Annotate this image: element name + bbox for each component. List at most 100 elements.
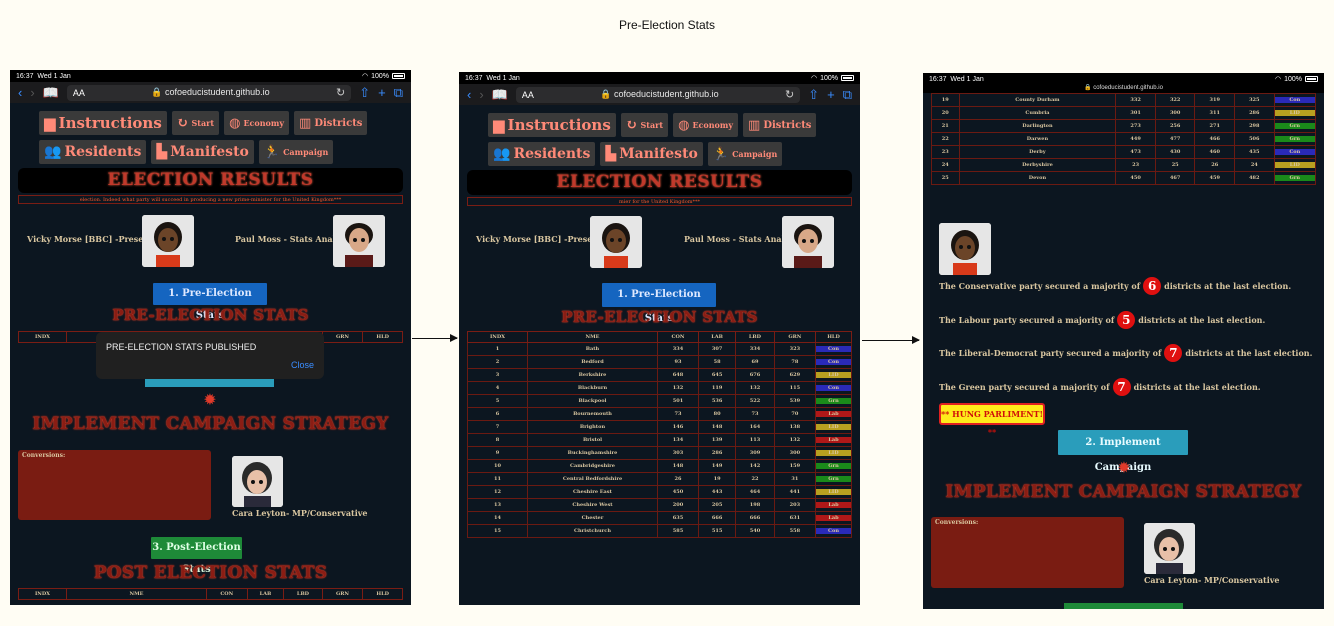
url-bar[interactable]: AA 🔒 cofoeducistudent.github.io ↻ [515, 86, 801, 103]
table-cell: 319 [1194, 93, 1236, 107]
arrow-2 [862, 336, 920, 344]
table-cell: Bournemouth [527, 407, 658, 421]
nav-districts-label: Districts [314, 117, 363, 129]
conversions-box: Conversions: [931, 517, 1124, 588]
table-cell: 441 [773, 485, 817, 499]
table-cell: 273 [1115, 119, 1156, 133]
table-cell: 9 [467, 446, 528, 460]
post-col-lbd: LBD [283, 588, 323, 600]
table-row: 9 Buckinghamshire 303 286 309 300 LID [467, 446, 852, 460]
share-icon[interactable]: ⇧ [359, 85, 370, 101]
table-cell: 21 [931, 119, 960, 133]
table-cell: 132 [735, 381, 775, 395]
text-size-button[interactable]: AA [73, 88, 85, 98]
post-election-table-header: INDX NME CON LAB LBD GRN HLD [18, 588, 403, 600]
toast-close-button[interactable]: Close [291, 360, 314, 370]
majority-count-badge: 7 [1112, 378, 1131, 396]
nav-residents[interactable]: 👥 Residents [39, 140, 147, 164]
implement-campaign-button[interactable]: 2. Implement Campaign [1058, 430, 1188, 473]
nav-instructions[interactable]: ▆ Instructions [488, 113, 616, 137]
nav-campaign-label: Campaign [283, 147, 329, 157]
conversions-label: Conversions: [22, 452, 66, 459]
bookmarks-icon[interactable]: 📖 [43, 85, 59, 101]
table-cell: 256 [1154, 119, 1196, 133]
back-icon[interactable]: ‹ [467, 87, 471, 102]
pre-election-stats-button[interactable]: 1. Pre-Election Stats [153, 283, 267, 321]
table-cell: 322 [1154, 93, 1196, 107]
table-cell: 24 [1234, 158, 1275, 172]
post-election-stats-button[interactable]: 3. Post-Election Stats [151, 537, 242, 575]
news-ticker: election. Indeed what party will succeed… [18, 195, 403, 204]
conversions-box: Conversions: [18, 450, 211, 520]
pre-election-stats-button[interactable]: 1. Pre-Election Stats [602, 283, 716, 324]
nav-districts[interactable]: ▥ Districts [743, 113, 817, 137]
majority-suffix: districts at the last election. [1164, 281, 1292, 291]
run-icon: 🏃 [712, 146, 730, 162]
share-icon[interactable]: ⇧ [808, 87, 819, 103]
post-col-grn: GRN [321, 588, 364, 600]
col-indx: INDX [467, 331, 528, 343]
nav-instructions[interactable]: ▆ Instructions [39, 111, 167, 135]
table-row: 12 Cheshire East 450 443 464 441 LID [467, 485, 852, 499]
tabs-icon[interactable]: ⧉ [394, 85, 403, 101]
table-cell: 676 [735, 368, 775, 382]
table-cell: 132 [773, 433, 817, 447]
new-tab-icon[interactable]: + [827, 87, 835, 102]
table-cell: 80 [697, 407, 737, 421]
lock-icon: 🔒 [151, 87, 163, 97]
battery-icon [392, 73, 405, 79]
nav-start[interactable]: ↻ Start [171, 111, 220, 135]
majority-line-grn: The Green party secured a majority of 7 di… [939, 378, 1261, 396]
nav-economy[interactable]: ◍ Economy [673, 113, 739, 137]
table-cell: 430 [1154, 145, 1196, 159]
nav-manifesto[interactable]: ▙ Manifesto [151, 140, 254, 164]
election-results-banner: ELECTION RESULTS [467, 170, 852, 195]
compact-url-bar[interactable]: 🔒 cofoeducistudent.github.io [923, 85, 1324, 93]
table-row: 21 Darlington 273 256 271 298 Grn [931, 119, 1317, 133]
table-cell: 19 [931, 93, 960, 107]
new-tab-icon[interactable]: + [378, 85, 386, 100]
col-grn: GRN [773, 331, 817, 343]
table-cell: 6 [467, 407, 528, 421]
url-bar[interactable]: AA 🔒 cofoeducistudent.github.io ↻ [66, 84, 352, 101]
battery-text: 100% [1284, 75, 1302, 83]
nav-manifesto[interactable]: ▙ Manifesto [600, 142, 703, 166]
table-cell: 473 [1115, 145, 1156, 159]
table-cell: Buckinghamshire [527, 446, 658, 460]
forward-icon[interactable]: › [479, 87, 483, 102]
post-election-stats-button-partial[interactable] [1064, 603, 1183, 609]
nav-economy[interactable]: ◍ Economy [224, 111, 290, 135]
status-bar: 16:37 Wed 1 Jan ◠ 100% [923, 73, 1324, 85]
table-cell: 146 [657, 420, 699, 434]
table-cell: 22 [735, 472, 775, 486]
text-size-button[interactable]: AA [522, 90, 534, 100]
table-cell: Cambridgeshire [527, 459, 658, 473]
post-col-con: CON [206, 588, 248, 600]
held-by-cell: Grn [815, 472, 852, 486]
table-cell: 540 [735, 524, 775, 538]
table-cell: 450 [1115, 171, 1156, 185]
reload-icon[interactable]: ↻ [336, 86, 345, 99]
held-by-cell: LID [815, 485, 852, 499]
bookmarks-icon[interactable]: 📖 [492, 87, 508, 103]
conversions-label: Conversions: [935, 519, 979, 526]
back-icon[interactable]: ‹ [18, 85, 22, 100]
implement-button-partial[interactable] [145, 379, 274, 387]
nav-districts[interactable]: ▥ Districts [294, 111, 368, 135]
presenter-avatar [142, 215, 194, 267]
table-cell: 200 [657, 498, 699, 512]
table-cell: 7 [467, 420, 528, 434]
table-cell: 12 [467, 485, 528, 499]
analyst-label: Paul Moss - Stats Analyst [235, 234, 349, 244]
forward-icon[interactable]: › [30, 85, 34, 100]
reload-icon[interactable]: ↻ [785, 88, 794, 101]
table-row: 8 Bristol 134 139 113 132 Lab [467, 433, 852, 447]
nav-residents[interactable]: 👥 Residents [488, 142, 596, 166]
table-row: 15 Christchurch 585 515 540 558 Con [467, 524, 852, 538]
table-row: 22 Darwen 449 477 466 506 Grn [931, 132, 1317, 146]
nav-campaign[interactable]: 🏃 Campaign [258, 140, 334, 164]
nav-start[interactable]: ↻ Start [620, 113, 669, 137]
tabs-icon[interactable]: ⧉ [843, 87, 852, 103]
held-by-cell: Lab [815, 511, 852, 525]
nav-campaign[interactable]: 🏃 Campaign [707, 142, 783, 166]
